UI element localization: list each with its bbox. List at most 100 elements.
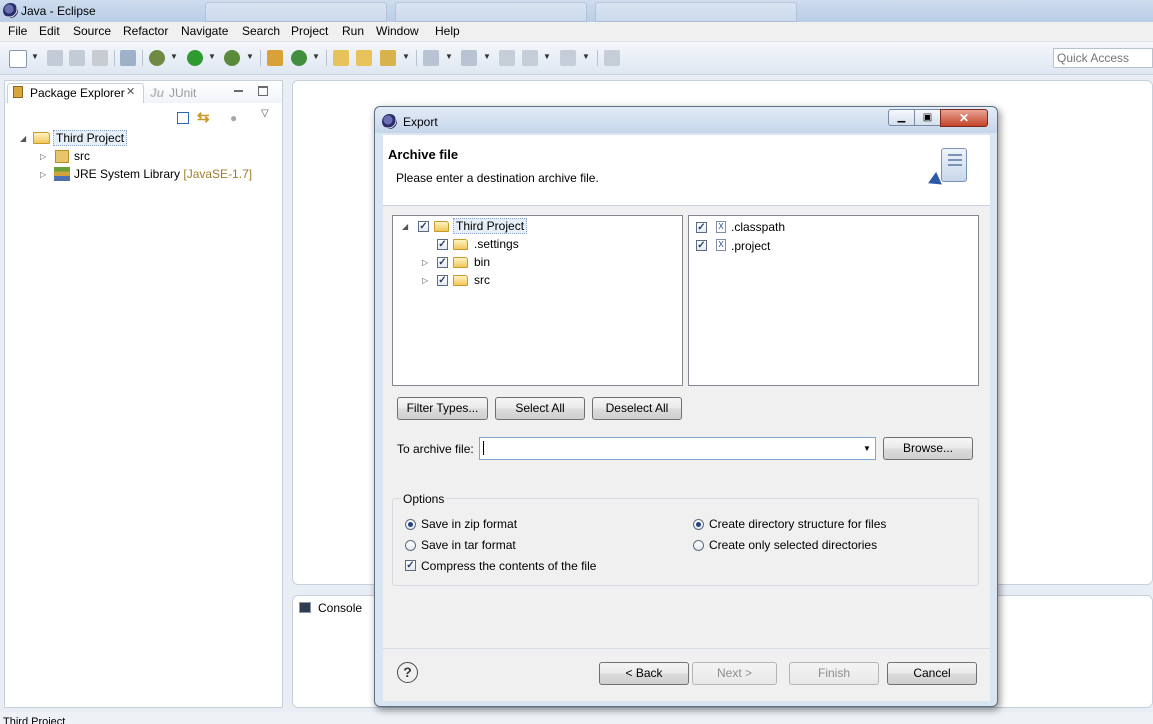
tree-item-jre-system-library[interactable]: JRE System Library [JavaSE-1.7]	[74, 167, 252, 181]
debug-dropdown-icon[interactable]: ▼	[170, 52, 178, 61]
radio-save-zip[interactable]	[405, 519, 416, 530]
next-button[interactable]: Next >	[692, 662, 777, 685]
file-item-classpath[interactable]: .classpath	[731, 220, 785, 234]
expand-toggle-icon[interactable]: ◢	[402, 222, 408, 231]
external-tools-dropdown-icon[interactable]: ▼	[246, 52, 254, 61]
menu-run[interactable]: Run	[342, 24, 364, 38]
back-dropdown-icon[interactable]: ▼	[543, 52, 551, 61]
save-all-icon[interactable]	[69, 50, 85, 66]
previous-annotation-icon[interactable]	[461, 50, 477, 66]
print-icon[interactable]	[92, 50, 108, 66]
new-java-class-icon[interactable]	[291, 50, 307, 66]
deselect-all-button[interactable]: Deselect All	[592, 397, 682, 420]
file-item-project[interactable]: .project	[731, 239, 770, 253]
dialog-eclipse-icon	[382, 114, 397, 129]
tree-item-src-export[interactable]: src	[474, 273, 490, 287]
expand-toggle-icon[interactable]: ▷	[422, 258, 428, 267]
pin-editor-icon[interactable]	[604, 50, 620, 66]
combo-dropdown-icon[interactable]: ▼	[863, 444, 871, 453]
forward-dropdown-icon[interactable]: ▼	[582, 52, 590, 61]
compress-label[interactable]: Compress the contents of the file	[421, 559, 596, 573]
checkbox-project[interactable]: ✓	[696, 240, 707, 251]
debug-icon[interactable]	[149, 50, 165, 66]
menu-file[interactable]: File	[8, 24, 27, 38]
menu-help[interactable]: Help	[435, 24, 460, 38]
new-dropdown-icon[interactable]: ▼	[31, 52, 39, 61]
expand-toggle-icon[interactable]: ◢	[20, 134, 26, 143]
minimize-icon[interactable]	[234, 90, 243, 92]
checkbox-settings[interactable]: ✓	[437, 239, 448, 250]
last-edit-icon[interactable]	[499, 50, 515, 66]
archive-file-input[interactable]	[479, 437, 876, 460]
collapse-all-icon[interactable]	[177, 112, 189, 124]
checkbox-third-project[interactable]: ✓	[418, 221, 429, 232]
radio-create-directory-structure[interactable]	[693, 519, 704, 530]
open-type-icon[interactable]	[333, 50, 349, 66]
view-menu-icon[interactable]: ▽	[261, 108, 269, 119]
tree-item-third-project-export[interactable]: Third Project	[453, 218, 528, 234]
skip-breakpoints-icon[interactable]	[120, 50, 136, 66]
save-tar-label[interactable]: Save in tar format	[421, 538, 516, 552]
save-icon[interactable]	[47, 50, 63, 66]
checkbox-classpath[interactable]: ✓	[696, 222, 707, 233]
radio-save-tar[interactable]	[405, 540, 416, 551]
filter-types-button[interactable]: Filter Types...	[397, 397, 488, 420]
new-java-class-dropdown-icon[interactable]: ▼	[312, 52, 320, 61]
run-dropdown-icon[interactable]: ▼	[208, 52, 216, 61]
previous-annotation-dropdown-icon[interactable]: ▼	[483, 52, 491, 61]
run-icon[interactable]	[187, 50, 203, 66]
quick-access-input[interactable]	[1053, 48, 1153, 68]
checkbox-src[interactable]: ✓	[437, 275, 448, 286]
tree-item-third-project[interactable]: Third Project	[53, 130, 128, 146]
console-icon	[299, 602, 311, 613]
search-icon[interactable]	[380, 50, 396, 66]
junit-tab-label[interactable]: JUnit	[169, 86, 196, 100]
menu-navigate[interactable]: Navigate	[181, 24, 228, 38]
menu-edit[interactable]: Edit	[39, 24, 60, 38]
tree-item-src[interactable]: src	[74, 149, 90, 163]
back-icon[interactable]	[522, 50, 538, 66]
cancel-button[interactable]: Cancel	[887, 662, 977, 685]
restore-button[interactable]: ▣	[914, 109, 941, 126]
forward-icon[interactable]	[560, 50, 576, 66]
next-annotation-icon[interactable]	[423, 50, 439, 66]
resource-tree[interactable]	[392, 215, 683, 386]
new-java-package-icon[interactable]	[267, 50, 283, 66]
tree-item-bin[interactable]: bin	[474, 255, 490, 269]
checkbox-compress[interactable]: ✓	[405, 560, 416, 571]
save-zip-label[interactable]: Save in zip format	[421, 517, 517, 531]
link-with-editor-icon[interactable]: ⇆	[197, 108, 210, 126]
maximize-icon[interactable]	[258, 86, 268, 96]
dialog-close-button[interactable]: ✕	[940, 109, 988, 127]
background-browser-tab[interactable]	[205, 2, 387, 22]
minimize-button[interactable]: ▁	[888, 109, 915, 126]
checkbox-bin[interactable]: ✓	[437, 257, 448, 268]
external-tools-icon[interactable]	[224, 50, 240, 66]
radio-create-selected-directories[interactable]	[693, 540, 704, 551]
create-directory-structure-label[interactable]: Create directory structure for files	[709, 517, 886, 531]
background-browser-tab[interactable]	[395, 2, 587, 22]
close-icon[interactable]: ✕	[126, 85, 135, 98]
menu-project[interactable]: Project	[291, 24, 328, 38]
menu-source[interactable]: Source	[73, 24, 111, 38]
select-all-button[interactable]: Select All	[495, 397, 585, 420]
next-annotation-dropdown-icon[interactable]: ▼	[445, 52, 453, 61]
new-icon[interactable]	[9, 50, 27, 68]
tab-console[interactable]: Console	[318, 601, 362, 615]
focus-on-active-task-icon[interactable]: ●	[230, 111, 237, 125]
expand-toggle-icon[interactable]: ▷	[40, 170, 46, 179]
menu-window[interactable]: Window	[376, 24, 419, 38]
browse-button[interactable]: Browse...	[883, 437, 973, 460]
expand-toggle-icon[interactable]: ▷	[40, 152, 46, 161]
menu-search[interactable]: Search	[242, 24, 280, 38]
search-dropdown-icon[interactable]: ▼	[402, 52, 410, 61]
help-icon[interactable]: ?	[397, 662, 418, 683]
menu-refactor[interactable]: Refactor	[123, 24, 168, 38]
back-button[interactable]: < Back	[599, 662, 689, 685]
expand-toggle-icon[interactable]: ▷	[422, 276, 428, 285]
create-selected-directories-label[interactable]: Create only selected directories	[709, 538, 877, 552]
background-browser-tab[interactable]	[595, 2, 797, 22]
open-task-icon[interactable]	[356, 50, 372, 66]
finish-button[interactable]: Finish	[789, 662, 879, 685]
tree-item-settings[interactable]: .settings	[474, 237, 519, 251]
